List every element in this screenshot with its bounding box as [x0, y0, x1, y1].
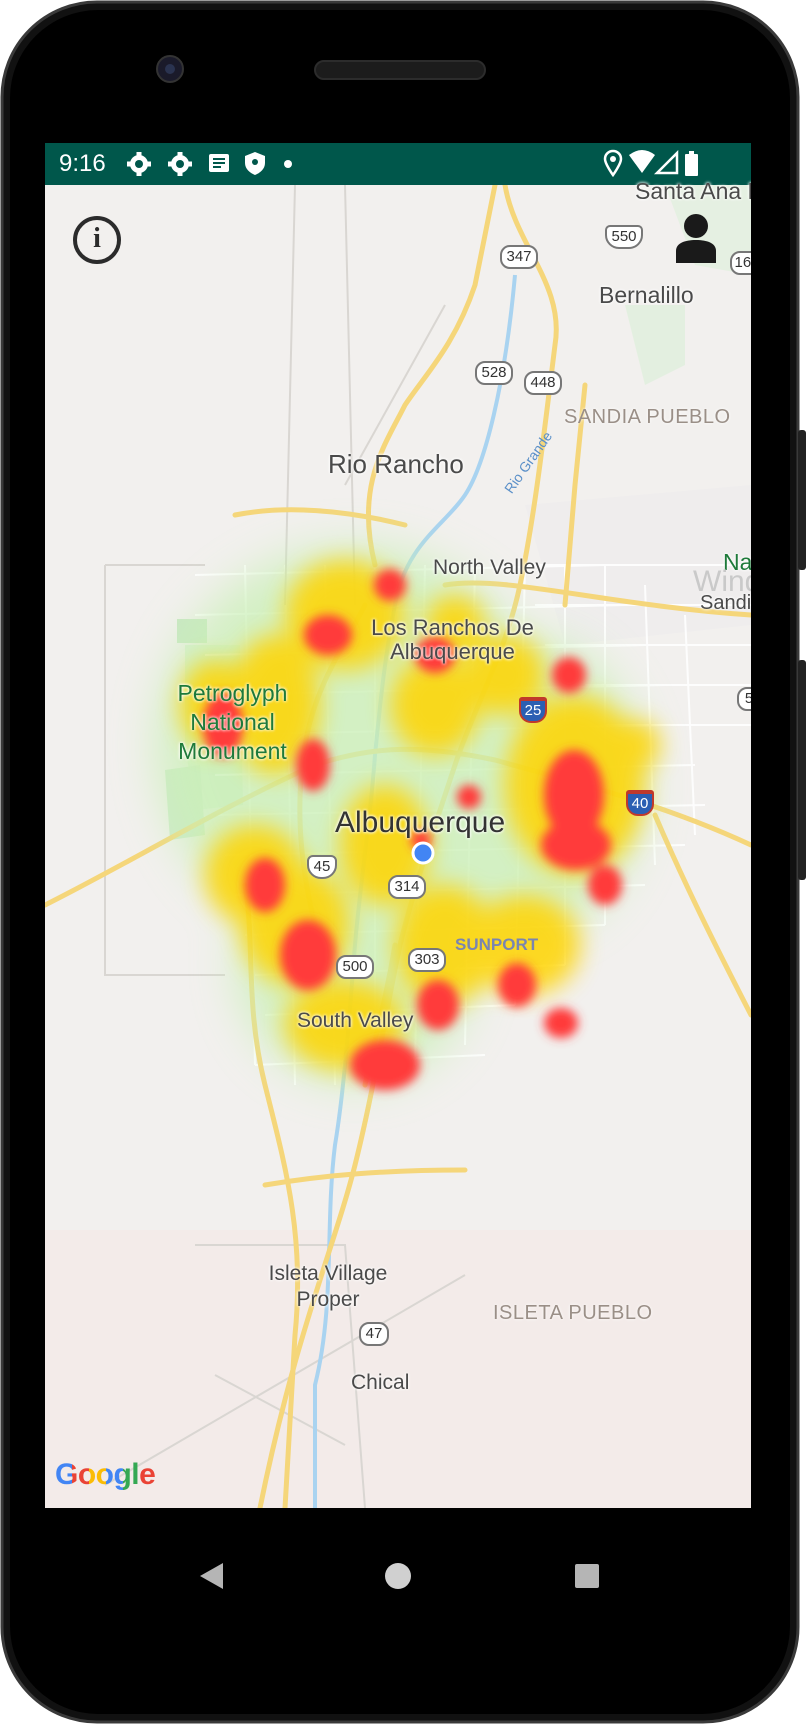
wifi-icon	[629, 150, 655, 173]
back-icon[interactable]	[200, 1563, 223, 1589]
route-shield-partial: 5	[737, 687, 751, 711]
place-isleta-pueblo: ISLETA PUEBLO	[493, 1302, 653, 1324]
route-shield-47: 47	[359, 1322, 389, 1346]
place-isleta-village: Isleta Village Proper	[268, 1262, 388, 1311]
place-petroglyph: Petroglyph National Monument	[177, 680, 288, 764]
place-santa-ana: Santa Ana Pueblo	[635, 178, 751, 204]
signal-icon	[653, 149, 679, 175]
news-icon	[209, 154, 229, 172]
info-icon: i	[93, 223, 101, 254]
gear-icon	[127, 152, 151, 176]
place-sunport: SUNPORT	[455, 935, 539, 954]
place-albuquerque: Albuquerque	[335, 806, 506, 839]
place-chical: Chical	[351, 1371, 410, 1394]
google-attribution: Google	[55, 1458, 156, 1492]
route-shield-303: 303	[408, 948, 446, 972]
google-logo: Google	[55, 1458, 156, 1491]
location-icon	[603, 149, 623, 178]
dot-icon	[284, 160, 292, 168]
battery-icon	[685, 151, 698, 176]
route-shield-314: 314	[388, 875, 426, 899]
route-shield-347: 347	[500, 245, 538, 269]
interstate-shield-40: 40	[626, 790, 654, 816]
place-sandia-pueblo: SANDIA PUEBLO	[564, 406, 731, 428]
person-icon	[676, 214, 716, 263]
place-windo-partial: Windo	[693, 565, 751, 598]
place-rio-rancho: Rio Rancho	[328, 449, 464, 479]
place-north-valley: North Valley	[433, 556, 546, 579]
map-view[interactable]: Santa Ana Pueblo Bernalillo SANDIA PUEBL…	[45, 179, 751, 1508]
route-shield-500: 500	[336, 955, 374, 979]
place-bernalillo: Bernalillo	[599, 282, 694, 308]
place-south-valley: South Valley	[297, 1009, 414, 1032]
home-icon[interactable]	[385, 1563, 411, 1589]
route-shield-550: 550	[605, 225, 643, 249]
route-shield-528: 528	[475, 361, 513, 385]
place-los-ranchos: Los Ranchos De Albuquerque	[371, 615, 534, 664]
screen: 9:16 Santa Ana Bernalillo SANDIA PUEBLO …	[45, 143, 751, 1508]
route-shield-448: 448	[524, 371, 562, 395]
navigation-bar	[45, 1508, 751, 1643]
user-profile-button[interactable]	[673, 213, 719, 265]
shield-icon	[245, 152, 265, 175]
gear-icon	[168, 152, 192, 176]
current-location-dot	[411, 841, 435, 865]
interstate-shield-25: 25	[519, 697, 547, 723]
route-shield-165: 165	[730, 251, 751, 275]
recents-icon[interactable]	[575, 1564, 599, 1588]
info-button[interactable]: i	[73, 216, 121, 264]
